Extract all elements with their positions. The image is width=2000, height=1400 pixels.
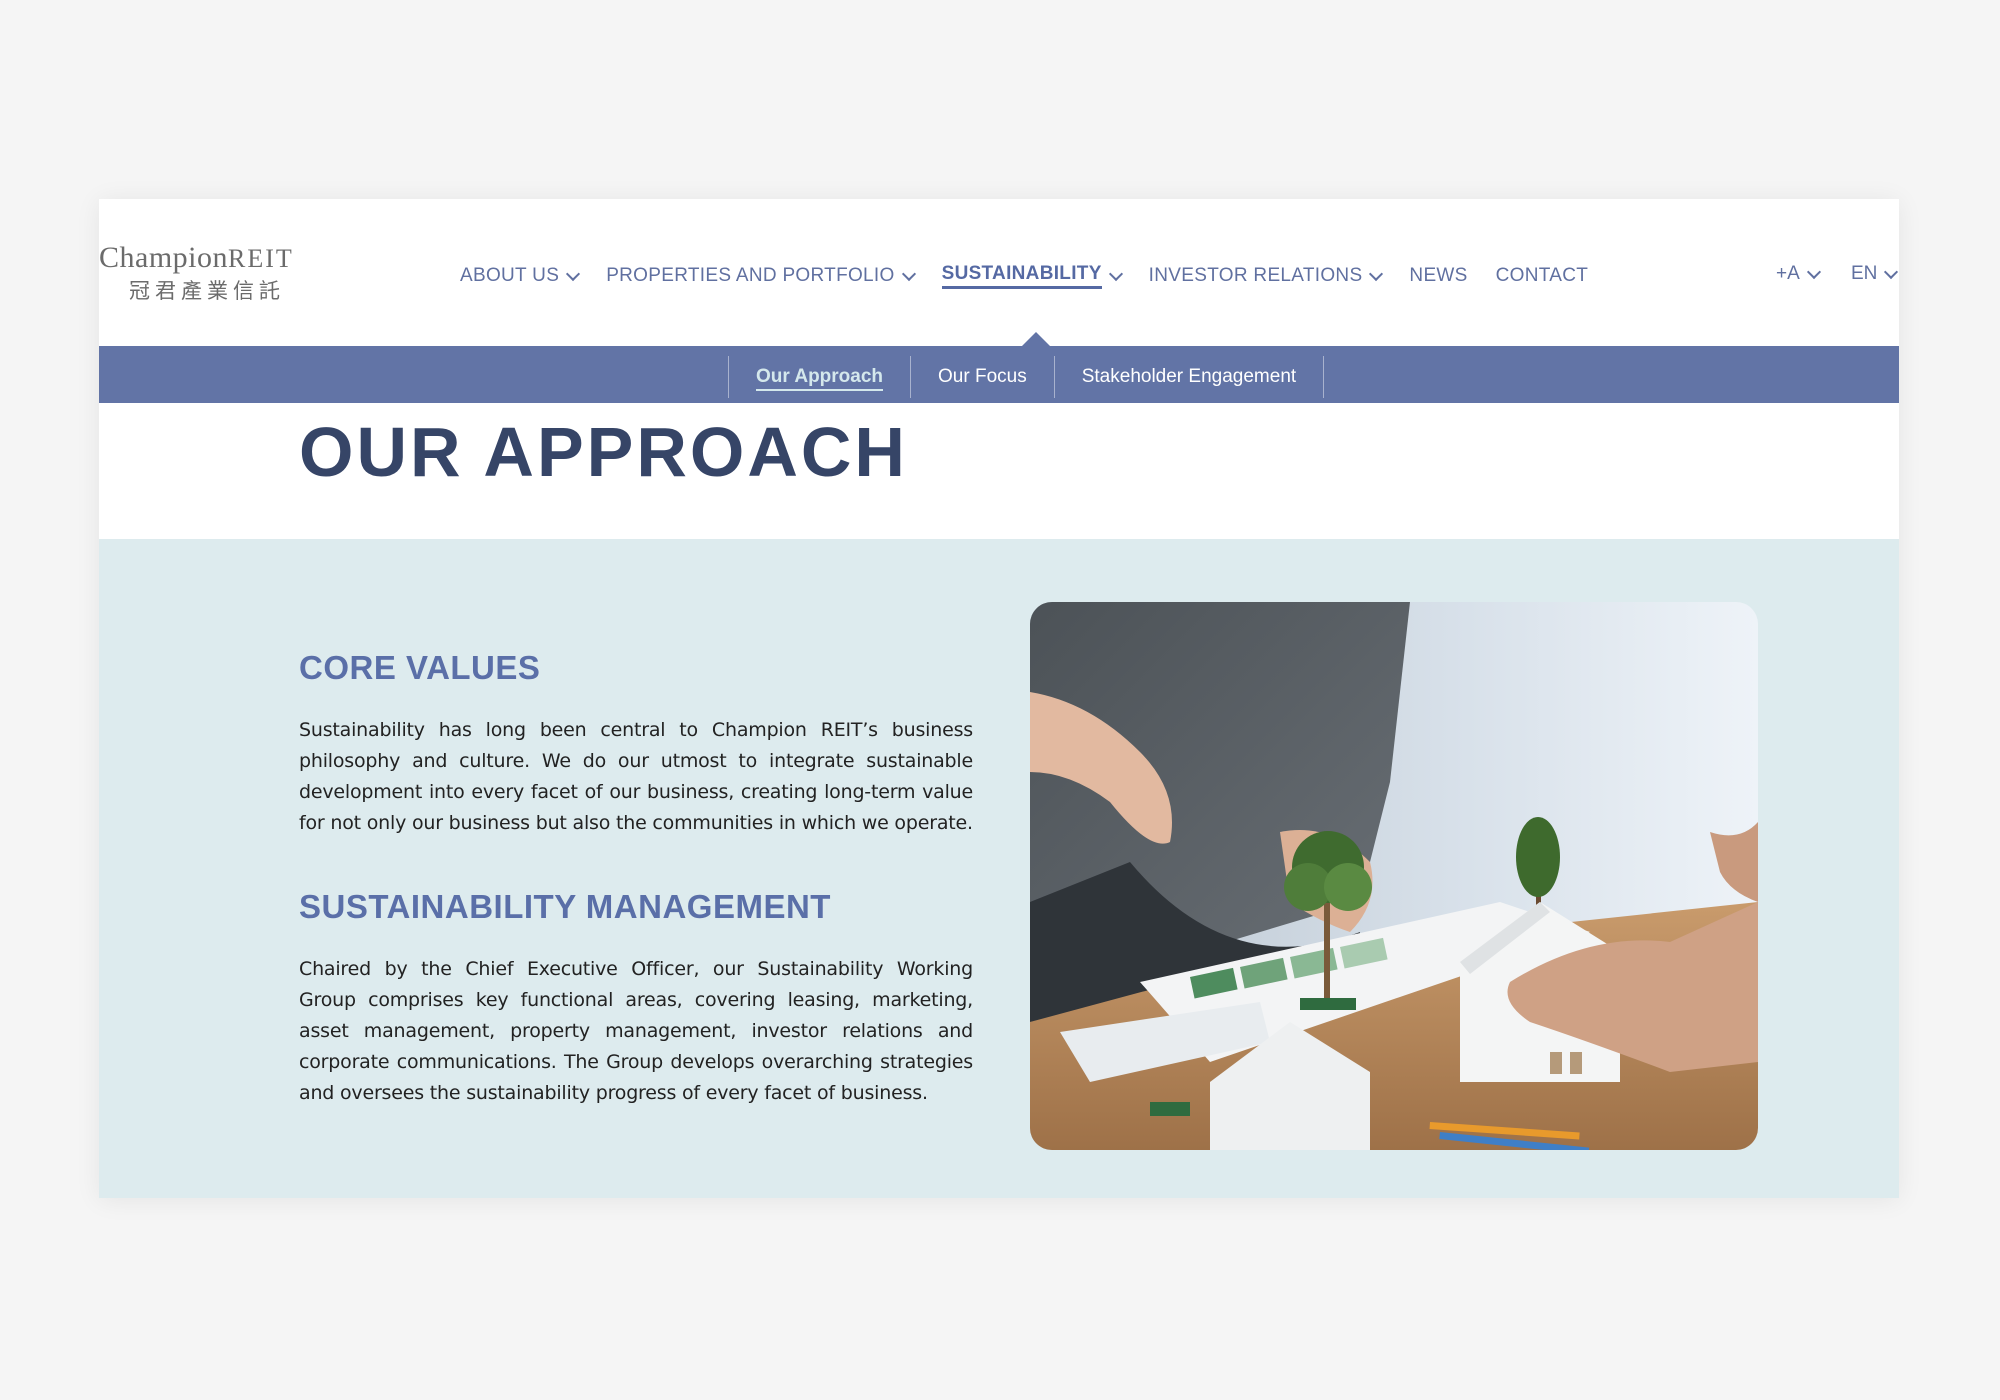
page-frame: ChampionREIT 冠君產業信託 ABOUT US PROPERTIES … — [99, 199, 1899, 1198]
logo-english: ChampionREIT — [99, 241, 294, 274]
logo-chinese: 冠君產業信託 — [129, 279, 285, 303]
chevron-down-icon — [1884, 264, 1899, 279]
section-heading: CORE VALUES — [299, 649, 541, 686]
nav-contact[interactable]: CONTACT — [1496, 265, 1589, 287]
logo[interactable]: ChampionREIT 冠君產業信託 — [99, 241, 314, 306]
nav-sustainability[interactable]: SUSTAINABILITY — [941, 263, 1123, 289]
nav-properties-and-portfolio[interactable]: PROPERTIES AND PORTFOLIO — [606, 265, 916, 287]
tab-our-focus[interactable]: Our Focus — [910, 356, 1054, 398]
nav-investor-relations[interactable]: INVESTOR RELATIONS — [1149, 265, 1384, 287]
section-heading: SUSTAINABILITY MANAGEMENT — [299, 888, 831, 925]
page-title: OUR APPROACH — [299, 413, 908, 491]
font-size-toggle[interactable]: +A — [1776, 263, 1821, 285]
content-section: CORE VALUES Sustainability has long been… — [99, 539, 1899, 1198]
language-selector[interactable]: EN — [1851, 263, 1899, 285]
chevron-down-icon — [1369, 266, 1384, 281]
active-nav-pointer — [1022, 332, 1050, 346]
nav-about-us[interactable]: ABOUT US — [460, 265, 581, 287]
nav-news[interactable]: NEWS — [1409, 265, 1467, 287]
chevron-down-icon — [901, 266, 916, 281]
chevron-down-icon — [1806, 264, 1821, 279]
chevron-down-icon — [566, 266, 581, 281]
tab-stakeholder-engagement[interactable]: Stakeholder Engagement — [1053, 356, 1325, 398]
section-body: Chaired by the Chief Executive Officer, … — [299, 958, 973, 1104]
sub-nav: Our Approach Our Focus Stakeholder Engag… — [99, 346, 1899, 403]
chevron-down-icon — [1108, 266, 1123, 281]
tab-our-approach[interactable]: Our Approach — [728, 356, 910, 398]
core-values-block: CORE VALUES Sustainability has long been… — [299, 649, 973, 839]
site-header: ChampionREIT 冠君產業信託 ABOUT US PROPERTIES … — [99, 199, 1899, 346]
section-body: Sustainability has long been central to … — [299, 719, 973, 834]
main-nav: ABOUT US PROPERTIES AND PORTFOLIO SUSTAI… — [460, 263, 1616, 289]
sustainability-photo — [1030, 602, 1758, 1150]
sustainability-management-block: SUSTAINABILITY MANAGEMENT Chaired by the… — [299, 888, 973, 1109]
